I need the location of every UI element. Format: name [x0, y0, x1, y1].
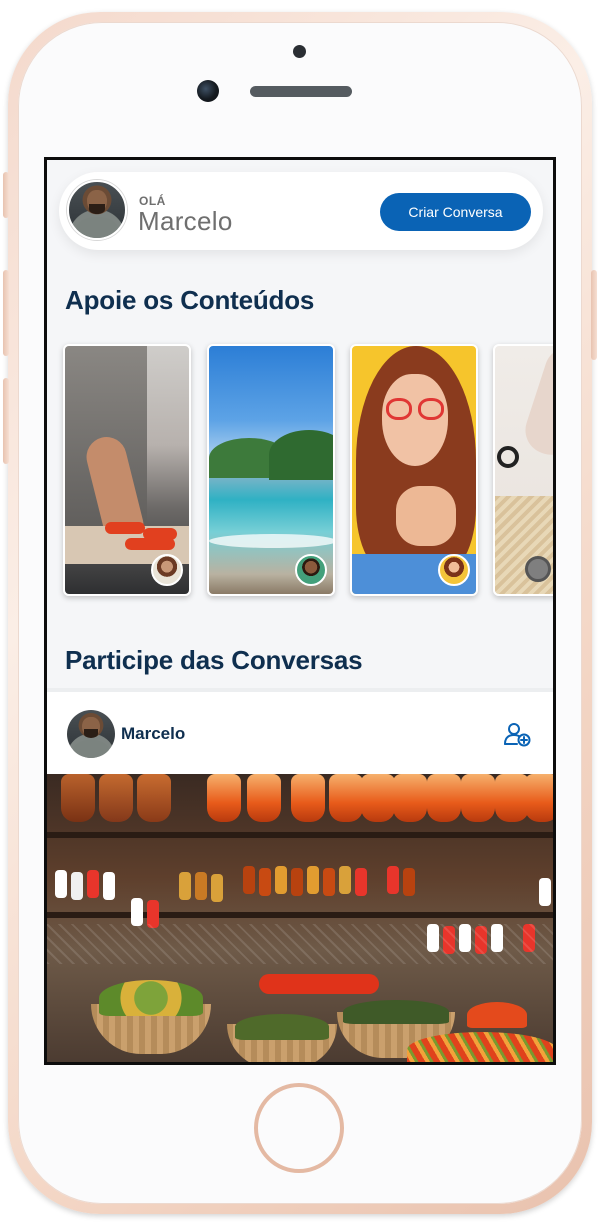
content-card-portrait[interactable]	[350, 344, 478, 596]
front-camera	[197, 80, 219, 102]
conversations-section-title: Participe das Conversas	[65, 645, 363, 675]
user-avatar[interactable]	[67, 180, 127, 240]
post-author-name[interactable]: Marcelo	[121, 724, 185, 744]
creator-avatar	[438, 554, 470, 586]
content-carousel[interactable]	[47, 344, 553, 600]
create-conversation-button[interactable]: Criar Conversa	[380, 193, 531, 231]
user-plus-icon[interactable]	[503, 720, 531, 748]
creator-avatar	[151, 554, 183, 586]
earpiece-speaker	[250, 86, 352, 97]
post-image-market[interactable]	[47, 774, 553, 1062]
home-button[interactable]	[254, 1083, 344, 1173]
profile-header: OLÁ Marcelo Criar Conversa	[59, 172, 543, 250]
support-section-title: Apoie os Conteúdos	[65, 285, 315, 315]
post-author-avatar[interactable]	[67, 710, 115, 758]
volume-up-button	[3, 270, 9, 356]
proximity-sensor	[293, 45, 306, 58]
volume-down-button	[3, 378, 9, 464]
user-name: Marcelo	[138, 206, 233, 236]
mute-switch	[3, 172, 9, 218]
content-card-beach[interactable]	[207, 344, 335, 596]
power-button	[591, 270, 597, 360]
content-card-cooking[interactable]	[63, 344, 191, 596]
content-card-crafts[interactable]	[493, 344, 553, 596]
conversation-post-header: Marcelo	[47, 688, 553, 774]
app-screen: OLÁ Marcelo Criar Conversa Apoie os Cont…	[44, 157, 556, 1065]
creator-avatar	[295, 554, 327, 586]
